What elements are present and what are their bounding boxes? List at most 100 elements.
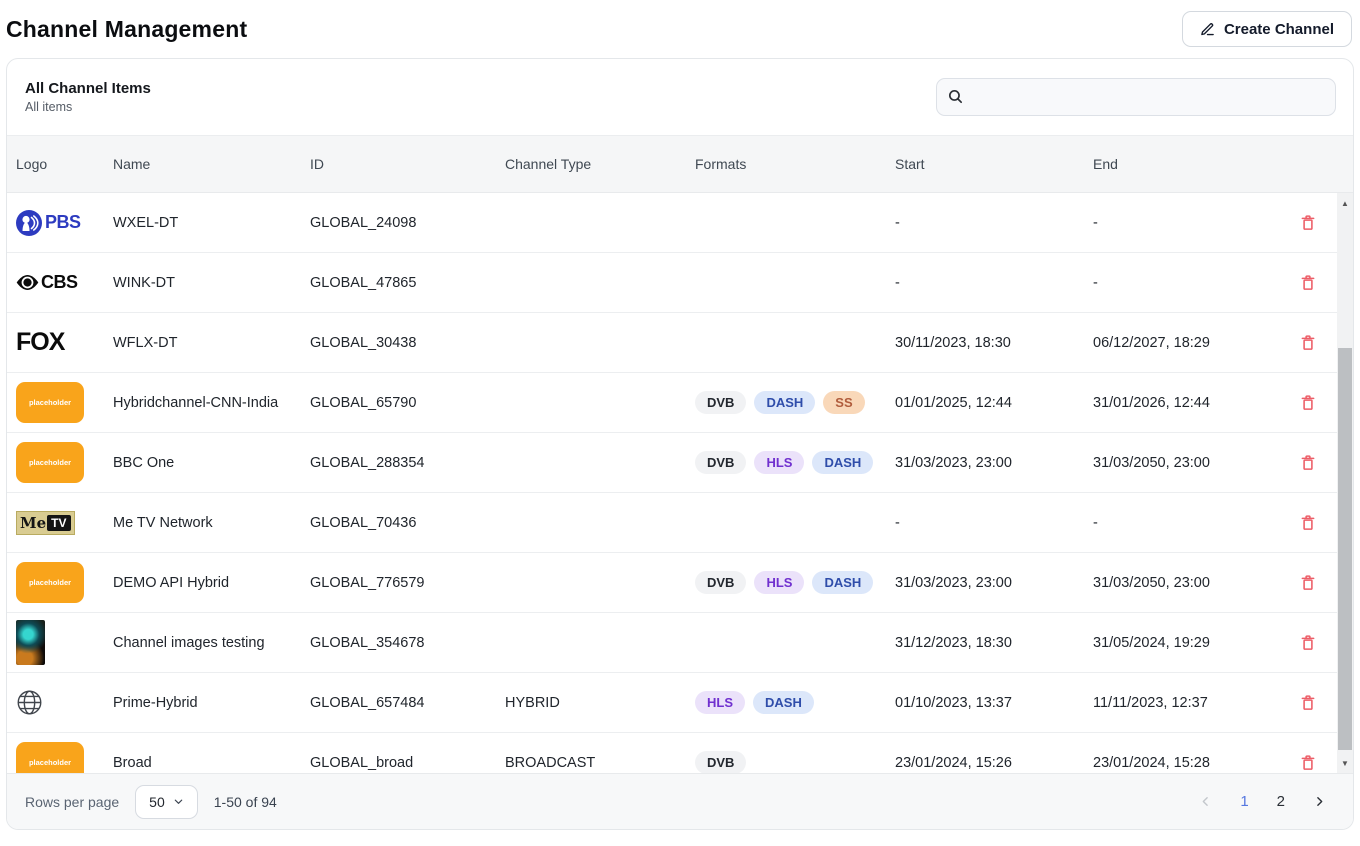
- channel-formats: DVB: [695, 751, 895, 773]
- channel-logo-cell: placeholder: [16, 382, 113, 423]
- channel-start-date: -: [895, 275, 1093, 291]
- delete-channel-button[interactable]: [1295, 569, 1321, 596]
- channel-end-date: -: [1093, 275, 1279, 291]
- channel-end-date: 31/03/2050, 23:00: [1093, 455, 1279, 471]
- rows-per-page-select[interactable]: 50: [135, 785, 198, 819]
- page-number-button-2[interactable]: 2: [1268, 789, 1294, 814]
- delete-channel-button[interactable]: [1295, 629, 1321, 656]
- delete-channel-button[interactable]: [1295, 389, 1321, 416]
- table-footer: Rows per page 50 1-50 of 94 1 2: [7, 773, 1353, 829]
- channel-start-date: 31/12/2023, 18:30: [895, 635, 1093, 651]
- channel-end-date: 06/12/2027, 18:29: [1093, 335, 1279, 351]
- column-header-type: Channel Type: [505, 156, 695, 172]
- panel-header: All Channel Items All items: [7, 59, 1353, 135]
- table-header-row: Logo Name ID Channel Type Formats Start …: [7, 135, 1353, 193]
- channel-id: GLOBAL_354678: [310, 635, 505, 651]
- delete-channel-button[interactable]: [1295, 209, 1321, 236]
- previous-page-button[interactable]: [1190, 791, 1221, 812]
- trash-icon: [1299, 273, 1317, 292]
- panel-title: All Channel Items: [25, 80, 151, 97]
- channel-start-date: 23/01/2024, 15:26: [895, 755, 1093, 771]
- channel-end-date: 23/01/2024, 15:28: [1093, 755, 1279, 771]
- table-row[interactable]: FOX WFLX-DT GLOBAL_30438 30/11/2023, 18:…: [7, 313, 1337, 373]
- page-number-button-1[interactable]: 1: [1231, 789, 1257, 814]
- column-header-end: End: [1093, 156, 1279, 172]
- channel-name: Channel images testing: [113, 635, 310, 651]
- channel-formats: HLSDASH: [695, 691, 895, 714]
- scroll-down-icon[interactable]: ▼: [1337, 755, 1353, 771]
- channel-list-card: All Channel Items All items Logo Name ID…: [6, 58, 1354, 830]
- placeholder-logo: placeholder: [16, 442, 84, 483]
- search-box: [936, 78, 1336, 116]
- channel-logo-cell: placeholder: [16, 562, 113, 603]
- cbs-logo: CBS: [16, 272, 78, 293]
- channel-name: Me TV Network: [113, 515, 310, 531]
- format-badge-dash: DASH: [812, 451, 873, 474]
- channel-formats: DVBHLSDASH: [695, 451, 895, 474]
- channel-id: GLOBAL_776579: [310, 575, 505, 591]
- format-badge-hls: HLS: [754, 451, 804, 474]
- channel-end-date: 31/05/2024, 19:29: [1093, 635, 1279, 651]
- channel-start-date: 01/01/2025, 12:44: [895, 395, 1093, 411]
- table-row[interactable]: placeholder Broad GLOBAL_broad BROADCAST…: [7, 733, 1337, 773]
- format-badge-dash: DASH: [754, 391, 815, 414]
- delete-channel-button[interactable]: [1295, 269, 1321, 296]
- format-badge-dvb: DVB: [695, 571, 746, 594]
- table-row[interactable]: placeholder BBC One GLOBAL_288354 DVBHLS…: [7, 433, 1337, 493]
- channel-start-date: 30/11/2023, 18:30: [895, 335, 1093, 351]
- channel-logo-cell: placeholder: [16, 742, 113, 773]
- channel-end-date: -: [1093, 215, 1279, 231]
- table-row[interactable]: CBS WINK-DT GLOBAL_47865 - -: [7, 253, 1337, 313]
- placeholder-logo: placeholder: [16, 742, 84, 773]
- table-row[interactable]: MeTV Me TV Network GLOBAL_70436 - -: [7, 493, 1337, 553]
- table-body: PBS WXEL-DT GLOBAL_24098 - -: [7, 193, 1353, 773]
- channel-id: GLOBAL_47865: [310, 275, 505, 291]
- placeholder-logo: placeholder: [16, 382, 84, 423]
- page-title: Channel Management: [6, 16, 247, 43]
- rows-per-page-value: 50: [149, 794, 165, 810]
- channel-name: Prime-Hybrid: [113, 695, 310, 711]
- channel-logo-cell: [16, 620, 113, 665]
- create-channel-button[interactable]: Create Channel: [1182, 11, 1352, 47]
- format-badge-ss: SS: [823, 391, 864, 414]
- scrollbar-thumb[interactable]: [1338, 348, 1352, 750]
- globe-logo: [16, 689, 43, 716]
- chevron-down-icon: [173, 796, 184, 807]
- channel-formats: DVB DASH SS: [695, 391, 895, 414]
- trash-icon: [1299, 753, 1317, 772]
- search-icon: [947, 88, 964, 105]
- placeholder-logo-label: placeholder: [29, 758, 71, 767]
- format-badge-hls: HLS: [754, 571, 804, 594]
- delete-channel-button[interactable]: [1295, 329, 1321, 356]
- table-row[interactable]: PBS WXEL-DT GLOBAL_24098 - -: [7, 193, 1337, 253]
- format-badge-dvb: DVB: [695, 391, 746, 414]
- column-header-start: Start: [895, 156, 1093, 172]
- table-row[interactable]: placeholder Hybridchannel-CNN-India GLOB…: [7, 373, 1337, 433]
- table-row[interactable]: Channel images testing GLOBAL_354678 31/…: [7, 613, 1337, 673]
- table-row[interactable]: Prime-Hybrid GLOBAL_657484 HYBRID HLSDAS…: [7, 673, 1337, 733]
- delete-channel-button[interactable]: [1295, 689, 1321, 716]
- column-header-name: Name: [113, 156, 310, 172]
- channel-logo-cell: placeholder: [16, 442, 113, 483]
- channel-id: GLOBAL_30438: [310, 335, 505, 351]
- channel-id: GLOBAL_657484: [310, 695, 505, 711]
- scroll-up-icon[interactable]: ▲: [1337, 195, 1353, 211]
- delete-channel-button[interactable]: [1295, 509, 1321, 536]
- search-input[interactable]: [936, 78, 1336, 116]
- channel-end-date: 31/03/2050, 23:00: [1093, 575, 1279, 591]
- channel-logo-cell: CBS: [16, 272, 113, 293]
- channel-id: GLOBAL_broad: [310, 755, 505, 771]
- table-row[interactable]: placeholder DEMO API Hybrid GLOBAL_77657…: [7, 553, 1337, 613]
- chevron-left-icon: [1199, 795, 1212, 808]
- next-page-button[interactable]: [1304, 791, 1335, 812]
- trash-icon: [1299, 213, 1317, 232]
- placeholder-logo-label: placeholder: [29, 458, 71, 467]
- vertical-scrollbar[interactable]: ▲ ▼: [1337, 193, 1353, 773]
- rows-per-page-label: Rows per page: [25, 794, 119, 810]
- chevron-right-icon: [1313, 795, 1326, 808]
- column-header-logo: Logo: [16, 156, 113, 172]
- channel-start-date: 31/03/2023, 23:00: [895, 455, 1093, 471]
- delete-channel-button[interactable]: [1295, 749, 1321, 773]
- format-badge-dvb: DVB: [695, 751, 746, 773]
- delete-channel-button[interactable]: [1295, 449, 1321, 476]
